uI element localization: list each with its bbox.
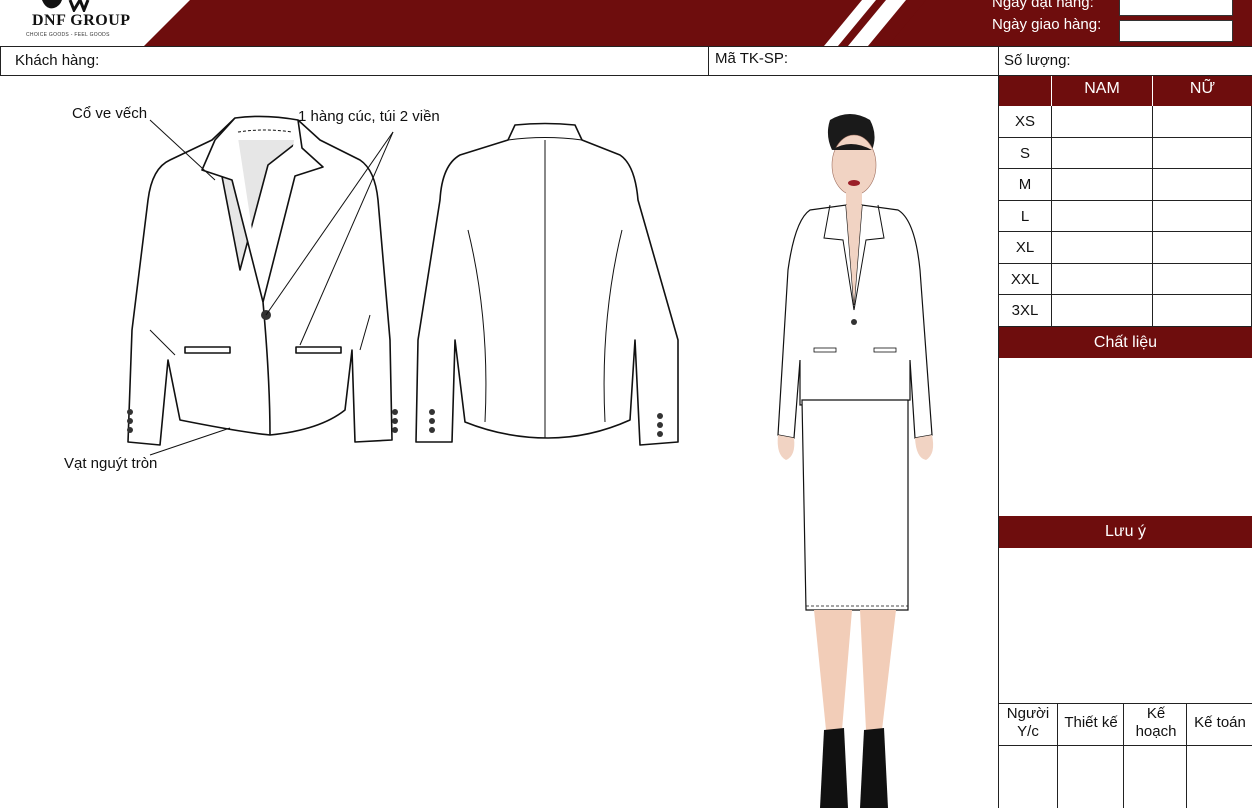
signature-designer-box[interactable] <box>1058 746 1123 808</box>
size-label: XL <box>999 232 1052 264</box>
size-female-cell[interactable] <box>1153 264 1252 295</box>
size-female-cell[interactable] <box>1153 106 1252 138</box>
size-female-cell[interactable] <box>1153 295 1252 327</box>
column-header-male: NAM <box>1084 80 1120 97</box>
delivery-date-field[interactable] <box>1119 20 1233 42</box>
size-female-cell[interactable] <box>1153 201 1252 232</box>
signature-accounting-box[interactable] <box>1187 746 1252 808</box>
quantity-label: Số lượng: <box>1004 52 1071 69</box>
size-male-cell[interactable] <box>1052 169 1153 201</box>
note-section-title: Lưu ý <box>999 516 1252 548</box>
product-code-label: Mã TK-SP: <box>715 50 789 67</box>
size-label: M <box>999 169 1052 201</box>
size-label: XS <box>999 106 1052 138</box>
signature-planning-label: Kế hoạch <box>1135 705 1177 740</box>
signature-designer-label: Thiết kế <box>1064 714 1118 731</box>
material-section-title: Chất liệu <box>999 327 1252 358</box>
note-area[interactable] <box>999 548 1252 703</box>
divider <box>708 46 709 76</box>
size-female-cell[interactable] <box>1153 232 1252 264</box>
size-label: XXL <box>999 264 1052 295</box>
size-label: 3XL <box>999 295 1052 327</box>
model-illustration <box>777 114 934 808</box>
jacket-back-sketch <box>415 122 679 446</box>
signature-requester-box[interactable] <box>1000 746 1057 808</box>
order-date-label: Ngày đặt hàng: <box>992 0 1094 11</box>
size-male-cell[interactable] <box>1052 232 1153 264</box>
size-label: S <box>999 138 1052 169</box>
size-male-cell[interactable] <box>1052 264 1153 295</box>
size-female-cell[interactable] <box>1153 169 1252 201</box>
signature-requester-label: Người Y/c <box>1006 705 1050 740</box>
size-male-cell[interactable] <box>1052 201 1153 232</box>
size-label: L <box>999 201 1052 232</box>
signature-accounting-label: Kế toán <box>1194 714 1246 731</box>
divider <box>999 703 1252 704</box>
size-male-cell[interactable] <box>1052 138 1153 169</box>
order-date-field[interactable] <box>1119 0 1233 16</box>
size-female-cell[interactable] <box>1153 138 1252 169</box>
material-area[interactable] <box>999 358 1252 516</box>
size-male-cell[interactable] <box>1052 295 1153 327</box>
size-male-cell[interactable] <box>1052 106 1153 138</box>
signature-planning-box[interactable] <box>1124 746 1186 808</box>
column-header-female: NỮ <box>1189 80 1216 97</box>
delivery-date-label: Ngày giao hàng: <box>992 16 1102 33</box>
